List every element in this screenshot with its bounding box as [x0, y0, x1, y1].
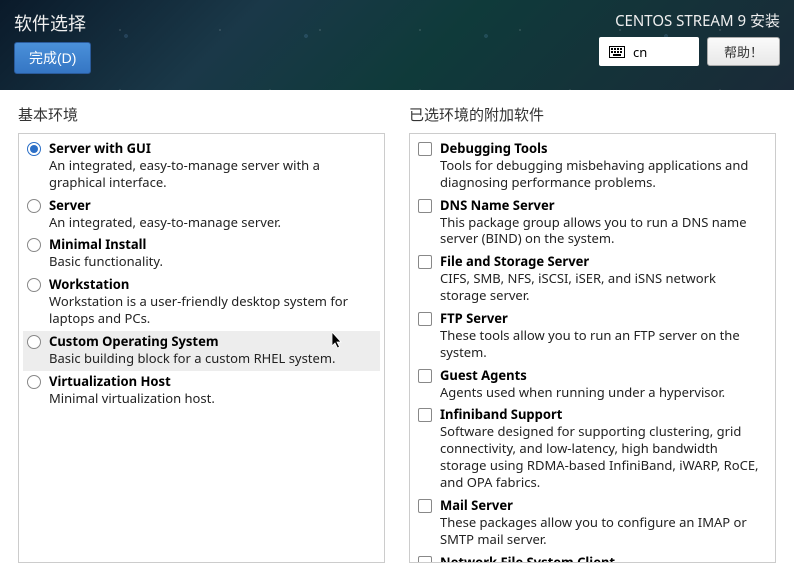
radio-button[interactable]: [27, 278, 41, 292]
option-label: DNS Name Server: [440, 197, 765, 214]
env-option[interactable]: Minimal InstallBasic functionality.: [23, 234, 380, 274]
header-left: 软件选择 完成(D): [14, 10, 91, 80]
header-right: CENTOS STREAM 9 安装 cn 帮助！: [599, 10, 780, 80]
addons-title: 已选环境的附加软件: [409, 104, 776, 125]
option-desc: Agents used when running under a hypervi…: [440, 384, 765, 401]
option-label: Mail Server: [440, 497, 765, 514]
addon-option[interactable]: DNS Name ServerThis package group allows…: [414, 195, 771, 252]
checkbox[interactable]: [418, 142, 432, 156]
checkbox[interactable]: [418, 556, 432, 563]
keyboard-layout-label: cn: [633, 43, 647, 61]
addon-option[interactable]: Guest AgentsAgents used when running und…: [414, 365, 771, 405]
option-desc: Workstation is a user-friendly desktop s…: [49, 293, 374, 327]
checkbox[interactable]: [418, 199, 432, 213]
option-text: Infiniband SupportSoftware designed for …: [440, 406, 765, 490]
option-label: File and Storage Server: [440, 253, 765, 270]
addon-option[interactable]: Debugging ToolsTools for debugging misbe…: [414, 138, 771, 195]
checkbox[interactable]: [418, 312, 432, 326]
env-option[interactable]: Virtualization HostMinimal virtualizatio…: [23, 371, 380, 411]
addon-option[interactable]: Network File System Client: [414, 552, 771, 563]
done-button[interactable]: 完成(D): [14, 42, 91, 74]
option-desc: These tools allow you to run an FTP serv…: [440, 327, 765, 361]
option-desc: Software designed for supporting cluster…: [440, 423, 765, 491]
page-title: 软件选择: [14, 10, 91, 36]
keyboard-layout-selector[interactable]: cn: [599, 37, 699, 66]
option-label: Server with GUI: [49, 140, 374, 157]
base-environment-column: 基本环境 Server with GUIAn integrated, easy-…: [18, 104, 385, 563]
option-label: Custom Operating System: [49, 333, 374, 350]
keyboard-icon: [609, 46, 625, 58]
radio-button[interactable]: [27, 238, 41, 252]
base-environment-list[interactable]: Server with GUIAn integrated, easy-to-ma…: [18, 133, 385, 563]
option-text: Mail ServerThese packages allow you to c…: [440, 497, 765, 548]
env-option[interactable]: Custom Operating SystemBasic building bl…: [23, 331, 380, 371]
option-text: File and Storage ServerCIFS, SMB, NFS, i…: [440, 253, 765, 304]
addons-column: 已选环境的附加软件 Debugging ToolsTools for debug…: [409, 104, 776, 563]
addon-option[interactable]: FTP ServerThese tools allow you to run a…: [414, 308, 771, 365]
addons-list[interactable]: Debugging ToolsTools for debugging misbe…: [409, 133, 776, 563]
content: 基本环境 Server with GUIAn integrated, easy-…: [0, 90, 794, 577]
option-desc: Basic building block for a custom RHEL s…: [49, 350, 374, 367]
env-option[interactable]: Server with GUIAn integrated, easy-to-ma…: [23, 138, 380, 195]
base-environment-title: 基本环境: [18, 104, 385, 125]
radio-button[interactable]: [27, 375, 41, 389]
option-label: Network File System Client: [440, 554, 765, 563]
option-label: Virtualization Host: [49, 373, 374, 390]
option-label: Workstation: [49, 276, 374, 293]
radio-button[interactable]: [27, 142, 41, 156]
radio-button[interactable]: [27, 199, 41, 213]
option-text: FTP ServerThese tools allow you to run a…: [440, 310, 765, 361]
checkbox[interactable]: [418, 255, 432, 269]
option-text: Network File System Client: [440, 554, 765, 563]
help-button[interactable]: 帮助！: [707, 37, 780, 66]
header-controls: cn 帮助！: [599, 37, 780, 66]
option-label: Minimal Install: [49, 236, 374, 253]
option-desc: An integrated, easy-to-manage server wit…: [49, 157, 374, 191]
installer-title: CENTOS STREAM 9 安装: [615, 10, 780, 31]
addon-option[interactable]: Infiniband SupportSoftware designed for …: [414, 404, 771, 494]
checkbox[interactable]: [418, 369, 432, 383]
option-text: Guest AgentsAgents used when running und…: [440, 367, 765, 401]
option-text: WorkstationWorkstation is a user-friendl…: [49, 276, 374, 327]
option-label: Guest Agents: [440, 367, 765, 384]
checkbox[interactable]: [418, 408, 432, 422]
radio-button[interactable]: [27, 335, 41, 349]
option-label: Server: [49, 197, 374, 214]
option-text: Minimal InstallBasic functionality.: [49, 236, 374, 270]
option-label: Infiniband Support: [440, 406, 765, 423]
option-text: Custom Operating SystemBasic building bl…: [49, 333, 374, 367]
addon-option[interactable]: File and Storage ServerCIFS, SMB, NFS, i…: [414, 251, 771, 308]
option-label: Debugging Tools: [440, 140, 765, 157]
option-text: Debugging ToolsTools for debugging misbe…: [440, 140, 765, 191]
option-desc: This package group allows you to run a D…: [440, 214, 765, 248]
option-label: FTP Server: [440, 310, 765, 327]
option-desc: CIFS, SMB, NFS, iSCSI, iSER, and iSNS ne…: [440, 270, 765, 304]
option-desc: An integrated, easy-to-manage server.: [49, 214, 374, 231]
env-option[interactable]: WorkstationWorkstation is a user-friendl…: [23, 274, 380, 331]
checkbox[interactable]: [418, 499, 432, 513]
option-text: ServerAn integrated, easy-to-manage serv…: [49, 197, 374, 231]
env-option[interactable]: ServerAn integrated, easy-to-manage serv…: [23, 195, 380, 235]
option-text: Virtualization HostMinimal virtualizatio…: [49, 373, 374, 407]
addon-option[interactable]: Mail ServerThese packages allow you to c…: [414, 495, 771, 552]
option-desc: Minimal virtualization host.: [49, 390, 374, 407]
option-text: Server with GUIAn integrated, easy-to-ma…: [49, 140, 374, 191]
option-text: DNS Name ServerThis package group allows…: [440, 197, 765, 248]
option-desc: These packages allow you to configure an…: [440, 514, 765, 548]
installer-header: 软件选择 完成(D) CENTOS STREAM 9 安装 cn 帮助！: [0, 0, 794, 90]
option-desc: Tools for debugging misbehaving applicat…: [440, 157, 765, 191]
option-desc: Basic functionality.: [49, 253, 374, 270]
